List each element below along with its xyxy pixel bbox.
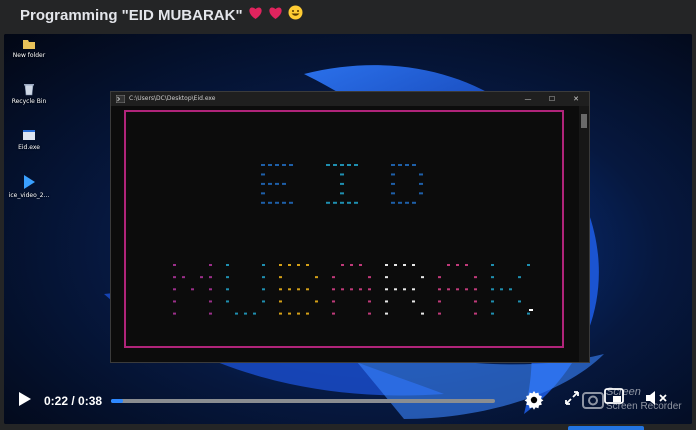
ascii-letter-k xyxy=(491,264,530,315)
recycle-bin-icon xyxy=(24,84,34,96)
ascii-letter-m xyxy=(173,264,212,315)
desktop-icon-eid-exe[interactable]: Eid.exe xyxy=(4,128,54,151)
ascii-art-eid-mubarak xyxy=(173,164,530,315)
time-display: 0:22 / 0:38 xyxy=(44,390,102,412)
progress-fill xyxy=(111,399,123,403)
watermark-line2: Screen Recorder xyxy=(606,401,682,412)
folder-icon xyxy=(23,40,35,49)
console-app-icon xyxy=(116,95,125,103)
exe-icon xyxy=(23,130,35,140)
desktop-icon-recycle-bin[interactable]: Recycle Bin xyxy=(4,82,54,105)
maximize-button[interactable]: ☐ xyxy=(541,92,563,106)
close-button[interactable]: ✕ xyxy=(565,92,587,106)
heart-emoji xyxy=(248,4,263,28)
ascii-letter-a xyxy=(438,264,477,315)
play-icon[interactable] xyxy=(18,391,32,407)
fullscreen-icon[interactable] xyxy=(564,390,580,406)
ascii-letter-r xyxy=(385,264,424,315)
console-output xyxy=(111,106,589,362)
recorder-camera-icon xyxy=(582,392,604,409)
post-title-text: Programming "EID MUBARAK" xyxy=(20,7,243,24)
video-icon xyxy=(24,175,35,189)
settings-gear-icon[interactable] xyxy=(524,390,544,410)
time-separator: / xyxy=(68,394,79,408)
watermark-line1: Screen xyxy=(606,386,641,398)
desktop-icon-new-folder[interactable]: New folder xyxy=(4,38,54,59)
progress-bar[interactable] xyxy=(111,399,495,403)
grinning-face-emoji xyxy=(288,4,303,28)
ascii-letter-d xyxy=(391,164,423,204)
desktop-icon-video[interactable]: ice_video_2... xyxy=(4,174,54,199)
ascii-letter-b xyxy=(279,264,318,315)
console-scrollbar[interactable] xyxy=(579,106,589,362)
video-player[interactable]: New folder Recycle Bin Eid.exe ice_video… xyxy=(4,34,692,424)
ascii-word-eid xyxy=(261,164,423,204)
ascii-letter-u xyxy=(226,264,265,315)
heart-emoji xyxy=(268,4,283,28)
post-title: Programming "EID MUBARAK" xyxy=(20,4,303,28)
ascii-word-mubarak xyxy=(173,264,530,315)
desktop-icon-label: New folder xyxy=(12,52,46,59)
ascii-letter-i xyxy=(326,164,358,204)
text-cursor xyxy=(529,309,533,311)
console-title: C:\Users\DC\Desktop\Eid.exe xyxy=(129,95,216,102)
bottom-action-strip[interactable] xyxy=(568,426,644,430)
ascii-letter-a xyxy=(332,264,371,315)
console-window[interactable]: C:\Users\DC\Desktop\Eid.exe — ☐ ✕ xyxy=(110,91,590,363)
console-title-bar[interactable]: C:\Users\DC\Desktop\Eid.exe — ☐ ✕ xyxy=(111,92,589,106)
minimize-button[interactable]: — xyxy=(517,92,539,106)
duration: 0:38 xyxy=(78,394,103,408)
scrollbar-thumb[interactable] xyxy=(581,114,587,128)
desktop-icon-label: ice_video_2... xyxy=(8,192,50,199)
ascii-letter-e xyxy=(261,164,293,204)
desktop-icon-label: Recycle Bin xyxy=(11,98,47,105)
desktop-icon-label: Eid.exe xyxy=(18,144,40,151)
current-time: 0:22 xyxy=(44,394,69,408)
screen-recorder-watermark: Screen Screen Recorder xyxy=(580,384,686,418)
